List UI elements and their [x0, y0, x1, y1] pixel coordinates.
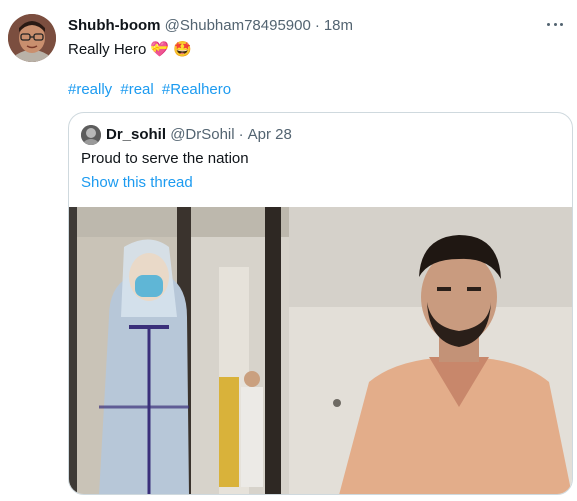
show-thread-link[interactable]: Show this thread	[81, 173, 193, 193]
quoted-user-handle[interactable]: @DrSohil	[170, 126, 234, 143]
tweet-header: Shubh-boom @Shubham78495900 · 18m	[68, 16, 353, 36]
star-struck-icon: 🤩	[173, 41, 192, 58]
display-name[interactable]: Shubh-boom	[68, 17, 160, 34]
hashtag-real[interactable]: #real	[120, 81, 153, 98]
tweet-text: Really Hero 💝 🤩	[68, 40, 192, 60]
quoted-display-name[interactable]: Dr_sohil	[106, 126, 166, 143]
quoted-tweet-photo[interactable]	[69, 207, 572, 494]
hashtag-list: #really #real #Realhero	[68, 80, 235, 100]
quoted-tweet-header: Dr_sohil @DrSohil · Apr 28	[106, 125, 292, 145]
user-handle[interactable]: @Shubham78495900	[165, 17, 311, 34]
hashtag-really[interactable]: #really	[68, 81, 112, 98]
quoted-tweet[interactable]: Dr_sohil @DrSohil · Apr 28 Proud to serve …	[68, 112, 573, 495]
separator-dot: ·	[314, 17, 320, 34]
quoted-tweet-text: Proud to serve the nation	[81, 150, 249, 167]
tweet[interactable]: Shubh-boom @Shubham78495900 · 18m Really H…	[0, 0, 577, 501]
tweet-text-content: Really Hero	[68, 41, 147, 58]
more-horizontal-icon[interactable]	[543, 14, 567, 34]
tweet-timestamp[interactable]: 18m	[324, 17, 353, 34]
quoted-tweet-timestamp[interactable]: Apr 28	[248, 126, 292, 143]
quoted-user-avatar[interactable]	[81, 125, 101, 145]
heart-ribbon-icon: 💝	[150, 41, 170, 58]
hashtag-realhero[interactable]: #Realhero	[162, 81, 231, 98]
quoted-separator-dot: ·	[238, 126, 244, 143]
user-avatar[interactable]	[8, 14, 56, 62]
